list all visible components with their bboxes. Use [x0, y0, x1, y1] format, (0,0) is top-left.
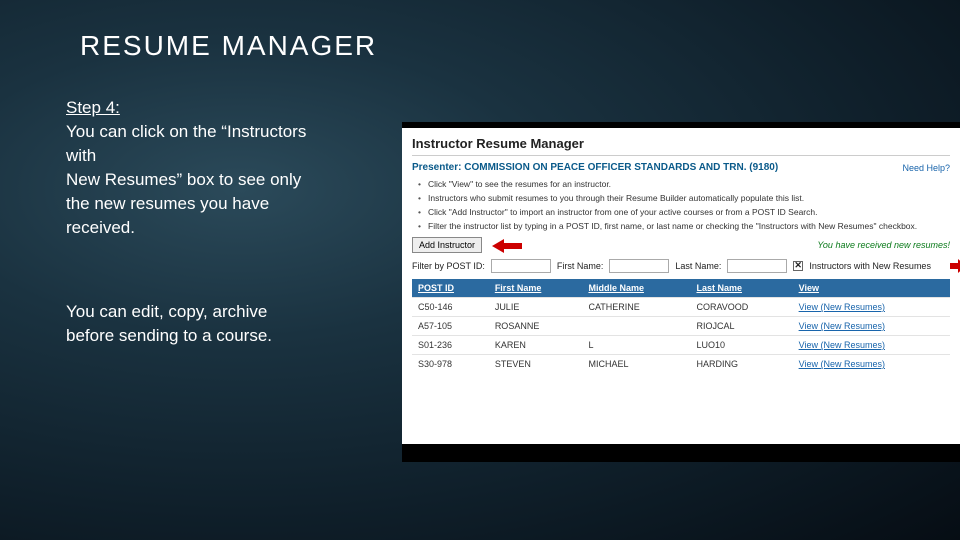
callout-arrow-icon — [492, 241, 522, 251]
cell-firstname: JULIE — [489, 298, 583, 317]
view-link[interactable]: View (New Resumes) — [799, 340, 885, 350]
divider — [412, 155, 950, 156]
filter-postid-input[interactable] — [491, 259, 551, 273]
bullet-2: Instructors who submit resumes to you th… — [422, 193, 950, 203]
step-text-1a: You can click on the “Instructors with — [66, 120, 316, 168]
filter-postid-label: Filter by POST ID: — [412, 261, 485, 271]
new-resumes-notice: You have received new resumes! — [817, 240, 950, 250]
cell-lastname: HARDING — [690, 355, 792, 374]
view-link[interactable]: View (New Resumes) — [799, 302, 885, 312]
table-header-row: POST ID First Name Middle Name Last Name… — [412, 279, 950, 298]
panel-title: Instructor Resume Manager — [412, 136, 950, 151]
table-row: S30-978 STEVEN MICHAEL HARDING View (New… — [412, 355, 950, 374]
cell-firstname: KAREN — [489, 336, 583, 355]
filter-firstname-input[interactable] — [609, 259, 669, 273]
cell-middlename: CATHERINE — [582, 298, 690, 317]
bullet-4: Filter the instructor list by typing in … — [422, 221, 950, 231]
col-lastname[interactable]: Last Name — [690, 279, 792, 298]
help-link[interactable]: Need Help? — [902, 163, 950, 173]
bullet-1: Click "View" to see the resumes for an i… — [422, 179, 950, 189]
filter-row: Filter by POST ID: First Name: Last Name… — [412, 259, 950, 273]
view-link[interactable]: View (New Resumes) — [799, 359, 885, 369]
add-instructor-button[interactable]: Add Instructor — [412, 237, 482, 253]
cell-middlename: MICHAEL — [582, 355, 690, 374]
col-postid[interactable]: POST ID — [412, 279, 489, 298]
new-resumes-checkbox[interactable] — [793, 261, 803, 271]
cell-postid: A57-105 — [412, 317, 489, 336]
cell-middlename — [582, 317, 690, 336]
cell-postid: S30-978 — [412, 355, 489, 374]
col-firstname[interactable]: First Name — [489, 279, 583, 298]
slide-title: RESUME MANAGER — [80, 30, 377, 62]
step-text-2: You can edit, copy, archive before sendi… — [66, 300, 316, 348]
presenter-label: Presenter: COMMISSION ON PEACE OFFICER S… — [412, 162, 778, 173]
col-middlename[interactable]: Middle Name — [582, 279, 690, 298]
filter-lastname-label: Last Name: — [675, 261, 721, 271]
step-label: Step 4: — [66, 96, 316, 120]
cell-lastname: CORAVOOD — [690, 298, 792, 317]
cell-firstname: ROSANNE — [489, 317, 583, 336]
cell-postid: S01-236 — [412, 336, 489, 355]
cell-firstname: STEVEN — [489, 355, 583, 374]
view-link[interactable]: View (New Resumes) — [799, 321, 885, 331]
app-screenshot: Instructor Resume Manager Presenter: COM… — [402, 128, 960, 448]
cell-lastname: LUO10 — [690, 336, 792, 355]
table-row: A57-105 ROSANNE RIOJCAL View (New Resume… — [412, 317, 950, 336]
table-row: S01-236 KAREN L LUO10 View (New Resumes) — [412, 336, 950, 355]
table-row: C50-146 JULIE CATHERINE CORAVOOD View (N… — [412, 298, 950, 317]
left-column: Step 4: You can click on the “Instructor… — [66, 96, 316, 348]
new-resumes-checkbox-label: Instructors with New Resumes — [809, 261, 931, 271]
instructors-table: POST ID First Name Middle Name Last Name… — [412, 279, 950, 373]
bullet-3: Click "Add Instructor" to import an inst… — [422, 207, 950, 217]
screenshot-bottom-border — [402, 444, 960, 462]
cell-lastname: RIOJCAL — [690, 317, 792, 336]
col-view: View — [793, 279, 950, 298]
callout-arrow-icon — [950, 259, 960, 273]
filter-lastname-input[interactable] — [727, 259, 787, 273]
cell-middlename: L — [582, 336, 690, 355]
filter-firstname-label: First Name: — [557, 261, 604, 271]
instruction-bullets: Click "View" to see the resumes for an i… — [422, 179, 950, 231]
step-text-1b: New Resumes” box to see only the new res… — [66, 168, 316, 240]
cell-postid: C50-146 — [412, 298, 489, 317]
